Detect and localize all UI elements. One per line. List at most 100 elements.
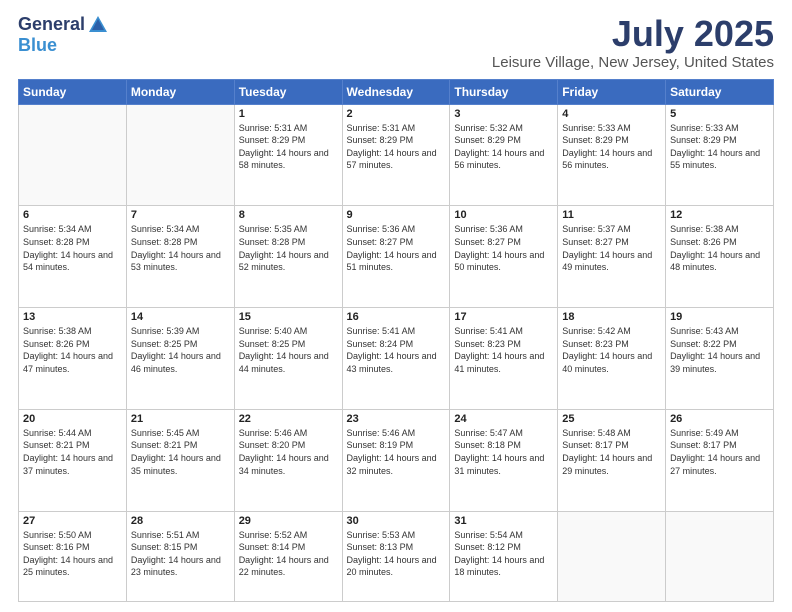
day-number: 19	[670, 311, 769, 323]
day-number: 28	[131, 515, 230, 527]
table-row: 9Sunrise: 5:36 AM Sunset: 8:27 PM Daylig…	[342, 206, 450, 308]
cell-sun-info: Sunrise: 5:33 AM Sunset: 8:29 PM Dayligh…	[562, 122, 661, 172]
calendar-table: Sunday Monday Tuesday Wednesday Thursday…	[18, 79, 774, 602]
calendar-title: July 2025	[492, 14, 774, 54]
table-row: 18Sunrise: 5:42 AM Sunset: 8:23 PM Dayli…	[558, 308, 666, 410]
table-row: 2Sunrise: 5:31 AM Sunset: 8:29 PM Daylig…	[342, 104, 450, 206]
table-row: 20 Sunrise: 5:44 AM Sunset: 8:21 PM Dayli…	[19, 409, 127, 511]
table-row	[126, 104, 234, 206]
day-number: 18	[562, 311, 661, 323]
cell-sun-info: Sunrise: 5:31 AM Sunset: 8:29 PM Dayligh…	[239, 122, 338, 172]
day-number: 1	[239, 108, 338, 120]
table-row: 4Sunrise: 5:33 AM Sunset: 8:29 PM Daylig…	[558, 104, 666, 206]
day-number: 29	[239, 515, 338, 527]
cell-sun-info: Sunrise: 5:45 AM Sunset: 8:21 PM Dayligh…	[131, 427, 230, 477]
cell-sun-info: Sunrise: 5:41 AM Sunset: 8:24 PM Dayligh…	[347, 325, 446, 375]
cell-sun-info: Sunrise: 5:36 AM Sunset: 8:27 PM Dayligh…	[347, 223, 446, 273]
day-number: 25	[562, 413, 661, 425]
cell-sun-info: Sunrise: 5:35 AM Sunset: 8:28 PM Dayligh…	[239, 223, 338, 273]
table-row: 22 Sunrise: 5:46 AM Sunset: 8:20 PM Dayli…	[234, 409, 342, 511]
day-number: 27	[23, 515, 122, 527]
cell-sun-info: Sunrise: 5:46 AM Sunset: 8:20 PM Dayligh…	[239, 427, 338, 477]
cell-sun-info: Sunrise: 5:34 AM Sunset: 8:28 PM Dayligh…	[131, 223, 230, 273]
table-row: 5Sunrise: 5:33 AM Sunset: 8:29 PM Daylig…	[666, 104, 774, 206]
cell-sun-info: Sunrise: 5:49 AM Sunset: 8:17 PM Dayligh…	[670, 427, 769, 477]
logo: General Blue	[18, 14, 109, 56]
table-row: 29 Sunrise: 5:52 AM Sunset: 8:14 PM Dayli…	[234, 511, 342, 601]
cell-sun-info: Sunrise: 5:39 AM Sunset: 8:25 PM Dayligh…	[131, 325, 230, 375]
table-row: 26 Sunrise: 5:49 AM Sunset: 8:17 PM Dayli…	[666, 409, 774, 511]
cell-sun-info: Sunrise: 5:34 AM Sunset: 8:28 PM Dayligh…	[23, 223, 122, 273]
table-row: 6 Sunrise: 5:34 AM Sunset: 8:28 PM Daylig…	[19, 206, 127, 308]
cell-sun-info: Sunrise: 5:41 AM Sunset: 8:23 PM Dayligh…	[454, 325, 553, 375]
cell-sun-info: Sunrise: 5:43 AM Sunset: 8:22 PM Dayligh…	[670, 325, 769, 375]
table-row: 14 Sunrise: 5:39 AM Sunset: 8:25 PM Dayli…	[126, 308, 234, 410]
calendar-location: Leisure Village, New Jersey, United Stat…	[492, 54, 774, 71]
table-row: 21 Sunrise: 5:45 AM Sunset: 8:21 PM Dayli…	[126, 409, 234, 511]
table-row: 24 Sunrise: 5:47 AM Sunset: 8:18 PM Dayli…	[450, 409, 558, 511]
day-number: 15	[239, 311, 338, 323]
day-number: 22	[239, 413, 338, 425]
table-row: 16Sunrise: 5:41 AM Sunset: 8:24 PM Dayli…	[342, 308, 450, 410]
cell-sun-info: Sunrise: 5:51 AM Sunset: 8:15 PM Dayligh…	[131, 529, 230, 579]
calendar-week-row: 27Sunrise: 5:50 AM Sunset: 8:16 PM Dayli…	[19, 511, 774, 601]
cell-sun-info: Sunrise: 5:53 AM Sunset: 8:13 PM Dayligh…	[347, 529, 446, 579]
calendar-week-row: 6 Sunrise: 5:34 AM Sunset: 8:28 PM Daylig…	[19, 206, 774, 308]
cell-sun-info: Sunrise: 5:47 AM Sunset: 8:18 PM Dayligh…	[454, 427, 553, 477]
day-number: 21	[131, 413, 230, 425]
weekday-header-row: Sunday Monday Tuesday Wednesday Thursday…	[19, 79, 774, 104]
cell-sun-info: Sunrise: 5:46 AM Sunset: 8:19 PM Dayligh…	[347, 427, 446, 477]
cell-sun-info: Sunrise: 5:48 AM Sunset: 8:17 PM Dayligh…	[562, 427, 661, 477]
table-row: 8 Sunrise: 5:35 AM Sunset: 8:28 PM Daylig…	[234, 206, 342, 308]
day-number: 14	[131, 311, 230, 323]
table-row	[19, 104, 127, 206]
cell-sun-info: Sunrise: 5:44 AM Sunset: 8:21 PM Dayligh…	[23, 427, 122, 477]
table-row: 23 Sunrise: 5:46 AM Sunset: 8:19 PM Dayli…	[342, 409, 450, 511]
day-number: 31	[454, 515, 553, 527]
table-row: 3 Sunrise: 5:32 AM Sunset: 8:29 PM Daylig…	[450, 104, 558, 206]
day-number: 8	[239, 209, 338, 221]
calendar-week-row: 1 Sunrise: 5:31 AM Sunset: 8:29 PM Daylig…	[19, 104, 774, 206]
table-row: 10 Sunrise: 5:36 AM Sunset: 8:27 PM Dayli…	[450, 206, 558, 308]
table-row	[666, 511, 774, 601]
day-number: 6	[23, 209, 122, 221]
cell-sun-info: Sunrise: 5:36 AM Sunset: 8:27 PM Dayligh…	[454, 223, 553, 273]
cell-sun-info: Sunrise: 5:37 AM Sunset: 8:27 PM Dayligh…	[562, 223, 661, 273]
logo-icon	[87, 14, 109, 36]
logo-blue: Blue	[18, 36, 57, 56]
table-row: 1 Sunrise: 5:31 AM Sunset: 8:29 PM Daylig…	[234, 104, 342, 206]
cell-sun-info: Sunrise: 5:54 AM Sunset: 8:12 PM Dayligh…	[454, 529, 553, 579]
header-sunday: Sunday	[19, 79, 127, 104]
page-header: General Blue July 2025 Leisure Village, …	[18, 14, 774, 71]
day-number: 30	[347, 515, 446, 527]
table-row: 11 Sunrise: 5:37 AM Sunset: 8:27 PM Dayli…	[558, 206, 666, 308]
table-row: 13Sunrise: 5:38 AM Sunset: 8:26 PM Dayli…	[19, 308, 127, 410]
logo-general: General	[18, 15, 85, 35]
cell-sun-info: Sunrise: 5:38 AM Sunset: 8:26 PM Dayligh…	[23, 325, 122, 375]
cell-sun-info: Sunrise: 5:31 AM Sunset: 8:29 PM Dayligh…	[347, 122, 446, 172]
day-number: 24	[454, 413, 553, 425]
day-number: 12	[670, 209, 769, 221]
header-friday: Friday	[558, 79, 666, 104]
table-row: 30 Sunrise: 5:53 AM Sunset: 8:13 PM Dayli…	[342, 511, 450, 601]
table-row: 28 Sunrise: 5:51 AM Sunset: 8:15 PM Dayli…	[126, 511, 234, 601]
day-number: 11	[562, 209, 661, 221]
day-number: 3	[454, 108, 553, 120]
header-wednesday: Wednesday	[342, 79, 450, 104]
day-number: 17	[454, 311, 553, 323]
table-row: 15Sunrise: 5:40 AM Sunset: 8:25 PM Dayli…	[234, 308, 342, 410]
header-tuesday: Tuesday	[234, 79, 342, 104]
header-thursday: Thursday	[450, 79, 558, 104]
day-number: 20	[23, 413, 122, 425]
calendar-week-row: 20 Sunrise: 5:44 AM Sunset: 8:21 PM Dayli…	[19, 409, 774, 511]
cell-sun-info: Sunrise: 5:52 AM Sunset: 8:14 PM Dayligh…	[239, 529, 338, 579]
header-monday: Monday	[126, 79, 234, 104]
day-number: 23	[347, 413, 446, 425]
cell-sun-info: Sunrise: 5:32 AM Sunset: 8:29 PM Dayligh…	[454, 122, 553, 172]
table-row: 27Sunrise: 5:50 AM Sunset: 8:16 PM Dayli…	[19, 511, 127, 601]
day-number: 26	[670, 413, 769, 425]
cell-sun-info: Sunrise: 5:33 AM Sunset: 8:29 PM Dayligh…	[670, 122, 769, 172]
table-row: 17 Sunrise: 5:41 AM Sunset: 8:23 PM Dayli…	[450, 308, 558, 410]
table-row: 7Sunrise: 5:34 AM Sunset: 8:28 PM Daylig…	[126, 206, 234, 308]
day-number: 10	[454, 209, 553, 221]
